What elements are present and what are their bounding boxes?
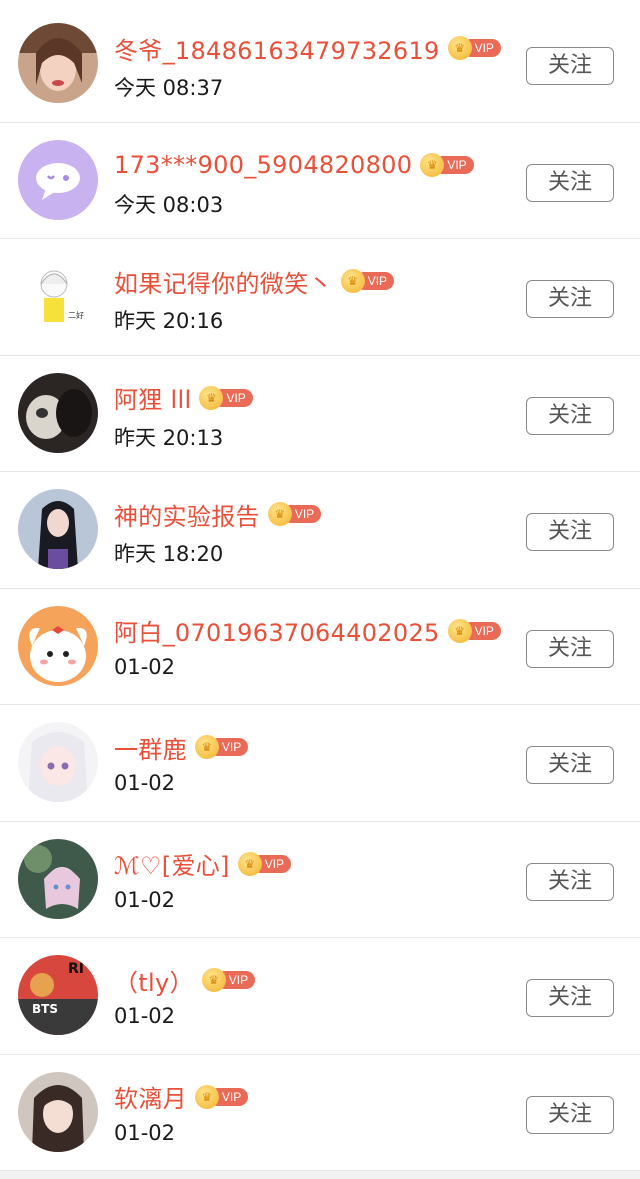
list-item[interactable]: 软漓月 ♛ VIP 01-02 关注 [0, 1054, 640, 1171]
avatar[interactable]: 二好 [18, 256, 98, 336]
follow-button[interactable]: 关注 [526, 1095, 614, 1134]
follow-time: 今天 08:37 [114, 76, 224, 100]
user-name[interactable]: 173***900_5904820800 [114, 151, 412, 179]
vip-badge: ♛ VIP [199, 385, 253, 410]
list-item[interactable]: 二好 如果记得你的微笑丶 ♛ VIP 昨天 20:16 关注 [0, 239, 640, 356]
crown-icon: ♛ [447, 36, 472, 60]
crown-icon: ♛ [420, 152, 445, 177]
follow-time: 01-02 [114, 654, 176, 679]
user-name[interactable]: 阿狸 lll [114, 380, 191, 415]
crown-icon: ♛ [201, 968, 226, 992]
vip-badge: ♛ VIP [201, 968, 256, 992]
user-name[interactable]: 如果记得你的微笑丶 [114, 264, 333, 299]
avatar[interactable] [18, 1071, 98, 1152]
follow-button[interactable]: 关注 [526, 163, 614, 202]
user-name[interactable]: 神的实验报告 [114, 497, 260, 532]
follow-button[interactable]: 关注 [526, 746, 614, 784]
user-name[interactable]: 一群鹿 [114, 730, 187, 765]
follow-time: 今天 08:03 [114, 192, 224, 217]
vip-badge: ♛ VIP [267, 502, 322, 526]
crown-icon: ♛ [199, 385, 224, 410]
follow-button[interactable]: 关注 [526, 396, 614, 435]
vip-badge: ♛ VIP [237, 851, 292, 876]
avatar[interactable] [18, 23, 98, 103]
svg-text:二好: 二好 [68, 310, 84, 320]
avatar[interactable] [18, 605, 98, 686]
svg-text:RI: RI [68, 961, 84, 977]
crown-icon: ♛ [267, 502, 292, 526]
list-item[interactable]: 冬爷_18486163479732619 ♛ VIP 今天 08:37 关注 [0, 6, 640, 123]
vip-badge: ♛ VIP [194, 1084, 249, 1109]
vip-badge: ♛ VIP [340, 269, 395, 293]
list-item[interactable]: 神的实验报告 ♛ VIP 昨天 18:20 关注 [0, 472, 640, 589]
list-item[interactable]: 一群鹿 ♛ VIP 01-02 关注 [0, 705, 640, 822]
follow-time: 昨天 20:13 [114, 425, 224, 450]
follow-time: 01-02 [114, 771, 176, 795]
follow-time: 昨天 20:16 [114, 309, 224, 333]
follow-button[interactable]: 关注 [526, 513, 614, 551]
user-list: 冬爷_18486163479732619 ♛ VIP 今天 08:37 关注 17… [0, 0, 640, 1171]
list-item[interactable]: 173***900_5904820800 ♛ VIP 今天 08:03 关注 [0, 122, 640, 239]
follow-time: 昨天 18:20 [114, 542, 224, 566]
list-item[interactable]: 阿白_07019637064402025 ♛ VIP 01-02 关注 [0, 588, 640, 705]
list-item[interactable]: ℳ♡[爱心] ♛ VIP 01-02 关注 [0, 821, 640, 938]
follow-button[interactable]: 关注 [526, 280, 614, 318]
list-item[interactable]: 阿狸 lll ♛ VIP 昨天 20:13 关注 [0, 355, 640, 472]
follow-time: 01-02 [114, 887, 176, 912]
vip-badge: ♛ VIP [447, 36, 501, 60]
avatar[interactable] [18, 722, 98, 802]
follow-time: 01-02 [114, 1004, 176, 1028]
avatar[interactable] [18, 838, 98, 919]
user-name[interactable]: 阿白_07019637064402025 [114, 613, 440, 648]
follow-button[interactable]: 关注 [526, 629, 614, 668]
user-name[interactable]: 软漓月 [114, 1079, 187, 1114]
user-name[interactable]: ℳ♡[爱心] [114, 846, 230, 881]
vip-badge: ♛ VIP [447, 618, 501, 643]
user-name[interactable]: 冬爷_18486163479732619 [114, 31, 440, 66]
vip-badge: ♛ VIP [420, 152, 474, 177]
crown-icon: ♛ [447, 618, 472, 643]
svg-text:BTS: BTS [32, 1002, 58, 1016]
avatar[interactable]: BTS RI [18, 955, 98, 1035]
crown-icon: ♛ [340, 269, 365, 293]
follow-time: 01-02 [114, 1120, 176, 1145]
avatar[interactable] [18, 139, 98, 220]
follow-button[interactable]: 关注 [526, 979, 614, 1017]
crown-icon: ♛ [237, 851, 262, 876]
follow-button[interactable]: 关注 [526, 47, 614, 85]
list-item[interactable]: BTS RI （tly） ♛ VIP 01-02 关注 [0, 938, 640, 1055]
crown-icon: ♛ [194, 735, 219, 759]
user-name[interactable]: （tly） [114, 963, 194, 998]
vip-badge: ♛ VIP [194, 735, 249, 759]
avatar[interactable] [18, 489, 98, 569]
crown-icon: ♛ [194, 1084, 219, 1109]
follow-button[interactable]: 关注 [526, 862, 614, 901]
avatar[interactable] [18, 372, 98, 453]
